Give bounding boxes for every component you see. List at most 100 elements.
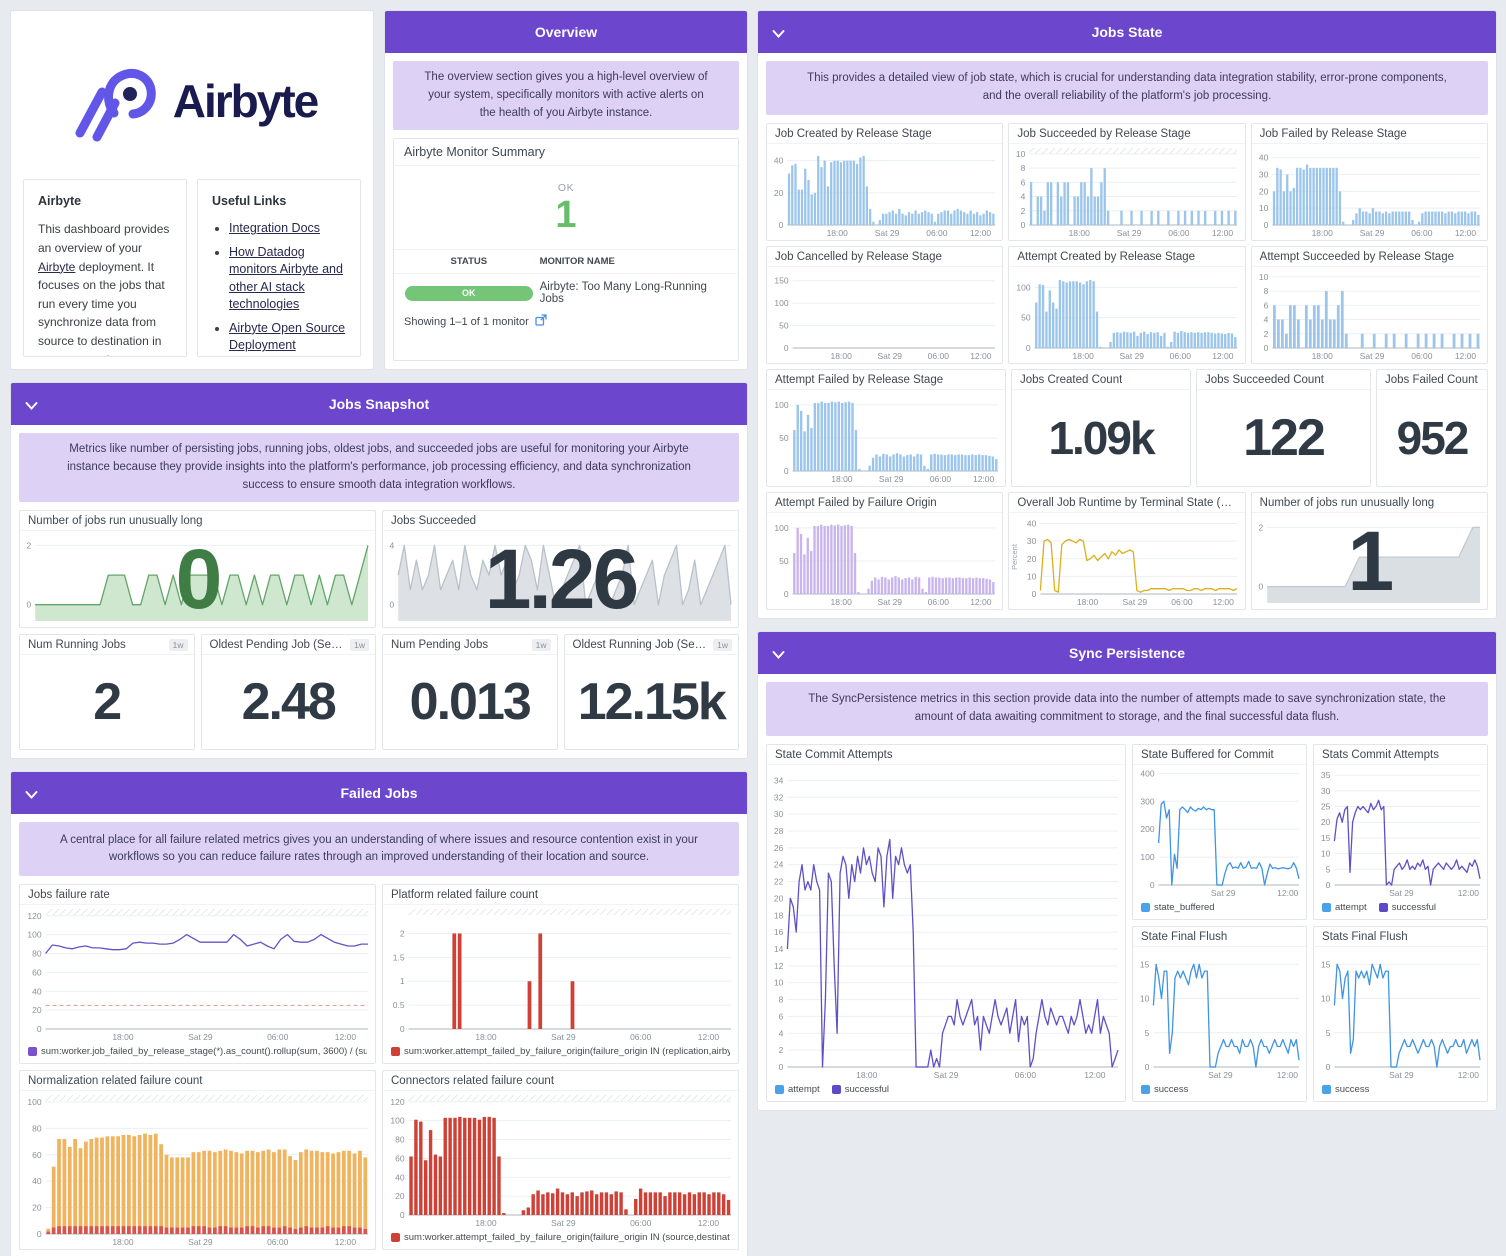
svg-text:0: 0 bbox=[400, 1024, 405, 1034]
chart-card-number-jobs-unusually-long[interactable]: Number of jobs run unusually long 02 0 bbox=[19, 510, 376, 629]
about-airbyte-link[interactable]: Airbyte bbox=[38, 260, 75, 274]
chart-plot[interactable]: 04 1.26 bbox=[383, 531, 738, 627]
chart-title: Job Created by Release Stage bbox=[767, 124, 1003, 144]
chart-legend[interactable]: success bbox=[1133, 1082, 1306, 1101]
svg-text:10: 10 bbox=[1321, 994, 1331, 1004]
section-failed-jobs-header[interactable]: Failed Jobs bbox=[11, 772, 747, 815]
svg-text:35: 35 bbox=[1321, 770, 1331, 780]
chart-card-attempt-failed-origin[interactable]: Attempt Failed by Failure Origin 0 50 100 1… bbox=[766, 492, 1004, 610]
chart-title: Attempt Succeeded by Release Stage bbox=[1251, 247, 1487, 267]
chart-card-state-buffered[interactable]: State Buffered for Commit 0 100 200 300 400 S… bbox=[1132, 744, 1307, 920]
chart-card-stats-final-flush[interactable]: Stats Final Flush 0 5 10 15 Sat 29 12:00 succ… bbox=[1313, 926, 1488, 1102]
link-how-datadog-monitors[interactable]: How Datadog monitors Airbyte and other A… bbox=[229, 245, 343, 312]
chart-card-job-created[interactable]: Job Created by Release Stage 0 20 40 18:00 S… bbox=[766, 123, 1004, 241]
svg-text:2: 2 bbox=[1263, 329, 1268, 339]
chart-card-attempt-created[interactable]: Attempt Created by Release Stage 0 50 100 1… bbox=[1008, 246, 1246, 364]
section-overview-title: Overview bbox=[534, 24, 598, 40]
chart-plot[interactable]: 02 0 bbox=[20, 531, 375, 627]
chevron-down-icon[interactable] bbox=[772, 647, 785, 659]
chart-card-overall-runtime[interactable]: Overall Job Runtime by Terminal State (S… bbox=[1008, 492, 1246, 610]
chart-card-state-final-flush[interactable]: State Final Flush 0 5 10 15 Sat 29 12:00 succ… bbox=[1132, 926, 1307, 1102]
chart-card-job-cancelled[interactable]: Job Cancelled by Release Stage 0 50 100 150… bbox=[766, 246, 1004, 364]
chart-card-job-failed[interactable]: Job Failed by Release Stage 0 10 20 30 40 18:… bbox=[1250, 123, 1488, 241]
svg-text:8: 8 bbox=[1021, 163, 1026, 173]
section-sync-persistence-header[interactable]: Sync Persistence bbox=[758, 632, 1496, 674]
chevron-down-icon[interactable] bbox=[25, 398, 38, 410]
value-title: Num Running Jobs bbox=[28, 639, 126, 652]
svg-text:60: 60 bbox=[32, 1150, 42, 1160]
section-jobs-snapshot-header[interactable]: Jobs Snapshot bbox=[11, 383, 747, 425]
svg-text:06:00: 06:00 bbox=[630, 1218, 652, 1228]
chart-card-job-succeeded[interactable]: Job Succeeded by Release Stage 0 2 4 6 8 10 18… bbox=[1008, 123, 1246, 241]
chart-legend[interactable]: sum:worker.attempt_failed_by_failure_ori… bbox=[383, 1230, 738, 1249]
chart-card-jobs-failure-rate[interactable]: Jobs failure rate 0 20 40 60 80 100 120 18:00 Sa… bbox=[19, 884, 376, 1065]
svg-text:06:00: 06:00 bbox=[267, 1237, 289, 1247]
chart-card-platform-failure-count[interactable]: Platform related failure count 0 0.5 1 1.5 2… bbox=[382, 884, 739, 1065]
chart-legend[interactable]: attempt successful bbox=[1314, 900, 1487, 919]
chart-plot[interactable]: 0 20 40 60 80 100 18:00 Sat 29 06:00 12:00 bbox=[20, 1091, 375, 1249]
link-integration-docs[interactable]: Integration Docs bbox=[229, 221, 320, 235]
chart-plot[interactable]: 0 100 200 300 400 Sat 29 12:00 bbox=[1133, 765, 1306, 900]
monitor-row[interactable]: OK Airbyte: Too Many Long-Running Jobs bbox=[394, 274, 738, 310]
chart-card-normalization-failure-count[interactable]: Normalization related failure count 0 20 4… bbox=[19, 1070, 376, 1251]
chevron-down-icon[interactable] bbox=[25, 787, 38, 800]
value-card-num-pending-jobs[interactable]: Num Pending Jobs 1w 0.013 bbox=[382, 634, 558, 751]
svg-text:18:00: 18:00 bbox=[1311, 228, 1333, 238]
value-card-num-running-jobs[interactable]: Num Running Jobs 1w 2 bbox=[19, 634, 195, 751]
chart-plot[interactable]: 0 2 4 6 8 10 12 14 16 18 20 22 24 26 28 30 32 34 18:00 Sat … bbox=[767, 765, 1125, 1082]
chart-plot[interactable]: 0 5 10 15 Sat 29 12:00 bbox=[1314, 947, 1487, 1082]
svg-text:06:00: 06:00 bbox=[1015, 1070, 1037, 1080]
svg-text:100: 100 bbox=[390, 1116, 404, 1126]
chart-card-jobs-succeeded[interactable]: Jobs Succeeded 04 1.26 bbox=[382, 510, 739, 629]
chart-card-connectors-failure-count[interactable]: Connectors related failure count 0 20 40 60… bbox=[382, 1070, 739, 1251]
value-card-jobs-failed-count[interactable]: Jobs Failed Count 952 bbox=[1376, 369, 1488, 487]
chart-plot[interactable]: 0 10 20 30 40 Percent 18:00 Sat 29 06:00 12:00 bbox=[1009, 513, 1244, 609]
svg-text:Sat 29: Sat 29 bbox=[1359, 351, 1384, 361]
chart-legend[interactable]: success bbox=[1314, 1082, 1487, 1101]
chart-plot[interactable]: 0 10 20 30 40 18:00 Sat 29 06:00 12:00 bbox=[1252, 144, 1487, 240]
chart-plot[interactable]: 0 50 100 18:00 Sat 29 06:00 12:00 bbox=[1009, 267, 1244, 363]
svg-text:20: 20 bbox=[1259, 186, 1269, 196]
timeframe-badge: 1w bbox=[168, 639, 188, 652]
chart-plot[interactable]: 0 50 100 18:00 Sat 29 06:00 12:00 bbox=[767, 513, 1002, 609]
chart-plot[interactable]: 0 20 40 60 80 100 120 18:00 Sat 29 06:00 12:00 bbox=[20, 905, 375, 1044]
chart-card-stats-commit-attempts[interactable]: Stats Commit Attempts 0 5 10 15 20 25 30 35 Sat … bbox=[1313, 744, 1488, 920]
chart-card-attempt-succeeded[interactable]: Attempt Succeeded by Release Stage 0 2 4 6 8… bbox=[1250, 246, 1488, 364]
chevron-down-icon[interactable] bbox=[772, 26, 785, 38]
monitor-name[interactable]: Airbyte: Too Many Long-Running Jobs bbox=[534, 281, 728, 305]
value-card-oldest-pending-job[interactable]: Oldest Pending Job (Secs) 1w 2.48 bbox=[200, 634, 376, 751]
value-card-oldest-running-job[interactable]: Oldest Running Job (Secs) 1w 12.15k bbox=[563, 634, 739, 751]
chart-title: Job Cancelled by Release Stage bbox=[767, 247, 1003, 267]
chart-card-attempt-failed-stage[interactable]: Attempt Failed by Release Stage 0 50 100 18… bbox=[766, 369, 1006, 487]
chart-plot[interactable]: 0 50 100 18:00 Sat 29 06:00 12:00 bbox=[767, 390, 1005, 486]
chart-card-state-commit-attempts[interactable]: State Commit Attempts 0 2 4 6 8 10 12 14 16 18 20 2… bbox=[766, 744, 1126, 1102]
chart-plot[interactable]: 0 5 10 15 20 25 30 35 Sat 29 12:00 bbox=[1314, 765, 1487, 900]
svg-text:12:00: 12:00 bbox=[1213, 351, 1235, 361]
chart-plot[interactable]: 0 2 4 6 8 10 18:00 Sat 29 06:00 12:00 bbox=[1009, 144, 1244, 240]
jobs-state-description: This provides a detailed view of job sta… bbox=[766, 61, 1488, 115]
external-link-icon[interactable] bbox=[535, 314, 547, 329]
chart-legend[interactable]: sum:worker.attempt_failed_by_failure_ori… bbox=[383, 1044, 738, 1063]
svg-text:6: 6 bbox=[779, 1011, 784, 1021]
value-card-jobs-succeeded-count[interactable]: Jobs Succeeded Count 122 bbox=[1196, 369, 1371, 487]
svg-text:6: 6 bbox=[1021, 177, 1026, 187]
section-overview-header[interactable]: Overview bbox=[385, 11, 747, 53]
chart-plot[interactable]: 0 20 40 60 80 100 120 18:00 Sat 29 06:00 12:00 bbox=[383, 1091, 738, 1230]
link-airbyte-open-source[interactable]: Airbyte Open Source Deployment bbox=[229, 321, 345, 353]
chart-legend[interactable]: sum:worker.job_failed_by_release_stage(*… bbox=[20, 1044, 375, 1063]
chart-legend[interactable]: attempt successful bbox=[767, 1082, 1125, 1101]
value-card-jobs-created-count[interactable]: Jobs Created Count 1.09k bbox=[1011, 369, 1191, 487]
chart-plot[interactable]: 02 1 bbox=[1252, 513, 1487, 609]
chart-plot[interactable]: 0 20 40 18:00 Sat 29 06:00 12:00 bbox=[767, 144, 1002, 240]
chart-plot[interactable]: 0 0.5 1 1.5 2 18:00 Sat 29 06:00 12:00 bbox=[383, 905, 738, 1044]
monitor-summary-widget[interactable]: Airbyte Monitor Summary OK 1 STATUS MONI… bbox=[393, 138, 739, 361]
chart-plot[interactable]: 0 5 10 15 Sat 29 12:00 bbox=[1133, 947, 1306, 1082]
chart-title: Jobs Succeeded bbox=[383, 511, 738, 532]
chart-plot[interactable]: 0 2 4 6 8 10 18:00 Sat 29 06:00 12:00 bbox=[1252, 267, 1487, 363]
timeframe-badge: 1w bbox=[531, 639, 551, 652]
svg-text:100: 100 bbox=[774, 298, 788, 308]
chart-card-jobs-unusually-long[interactable]: Number of jobs run unusually long 02 1 bbox=[1250, 492, 1488, 610]
section-jobs-state-header[interactable]: Jobs State bbox=[758, 11, 1496, 53]
chart-legend[interactable]: state_buffered bbox=[1133, 900, 1306, 919]
chart-plot[interactable]: 0 50 100 150 18:00 Sat 29 06:00 12:00 bbox=[767, 267, 1002, 363]
